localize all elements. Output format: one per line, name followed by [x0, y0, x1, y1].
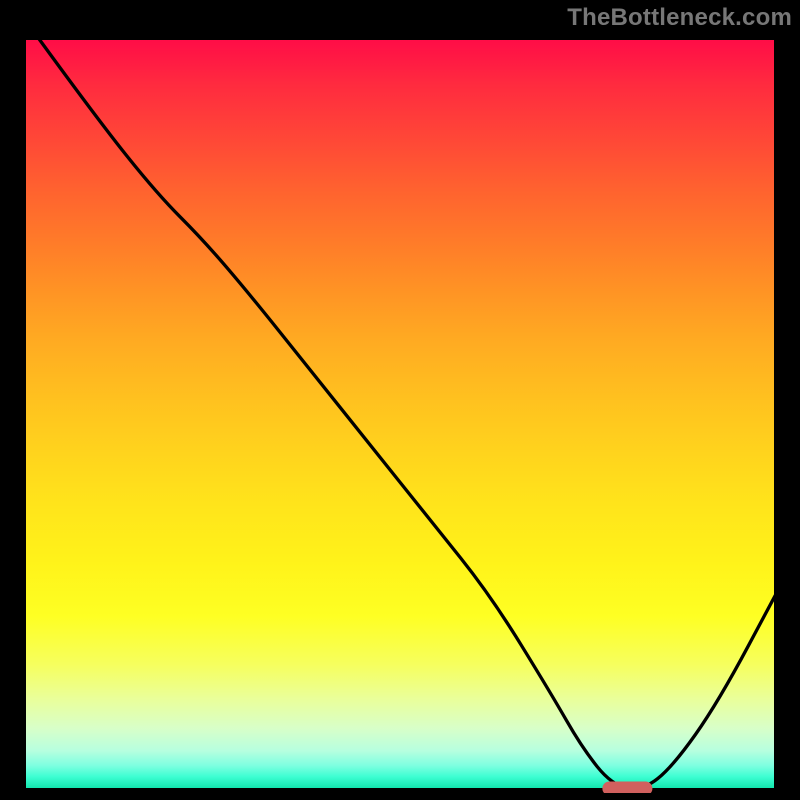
bottleneck-curve — [36, 35, 779, 789]
optimal-range-marker — [602, 781, 652, 793]
watermark-label: TheBottleneck.com — [567, 4, 792, 32]
chart-overlay — [21, 35, 779, 793]
chart-container: TheBottleneck.com — [0, 0, 800, 800]
